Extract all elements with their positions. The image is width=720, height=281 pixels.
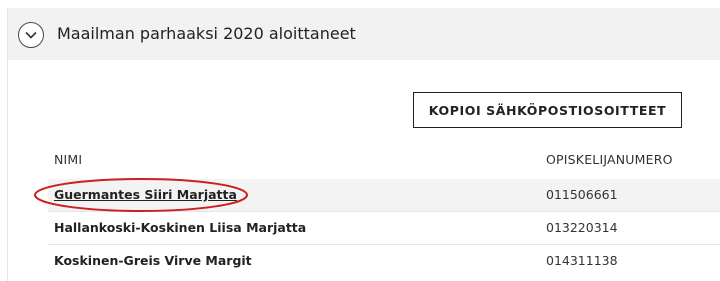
column-header-student-number: OPISKELIJANUMERO bbox=[546, 152, 673, 167]
chevron-down-icon[interactable] bbox=[18, 22, 44, 48]
panel-title: Maailman parhaaksi 2020 aloittaneet bbox=[57, 24, 356, 43]
copy-emails-button[interactable]: KOPIOI SÄHKÖPOSTIOSOITTEET bbox=[413, 92, 682, 128]
student-name: Koskinen-Greis Virve Margit bbox=[54, 253, 252, 268]
student-number: 011506661 bbox=[546, 187, 618, 202]
group-panel: Maailman parhaaksi 2020 aloittaneet KOPI… bbox=[7, 8, 720, 281]
student-number: 013220314 bbox=[546, 220, 618, 235]
panel-header[interactable]: Maailman parhaaksi 2020 aloittaneet bbox=[8, 8, 720, 60]
student-number: 014311138 bbox=[546, 253, 618, 268]
table-row: Koskinen-Greis Virve Margit 014311138 bbox=[48, 245, 720, 277]
table-row: Hallankoski-Koskinen Liisa Marjatta 0132… bbox=[48, 212, 720, 244]
student-name-link[interactable]: Guermantes Siiri Marjatta bbox=[54, 187, 237, 202]
student-name: Hallankoski-Koskinen Liisa Marjatta bbox=[54, 220, 307, 235]
table-row: Guermantes Siiri Marjatta 011506661 bbox=[48, 179, 720, 211]
column-header-name: NIMI bbox=[54, 152, 83, 167]
